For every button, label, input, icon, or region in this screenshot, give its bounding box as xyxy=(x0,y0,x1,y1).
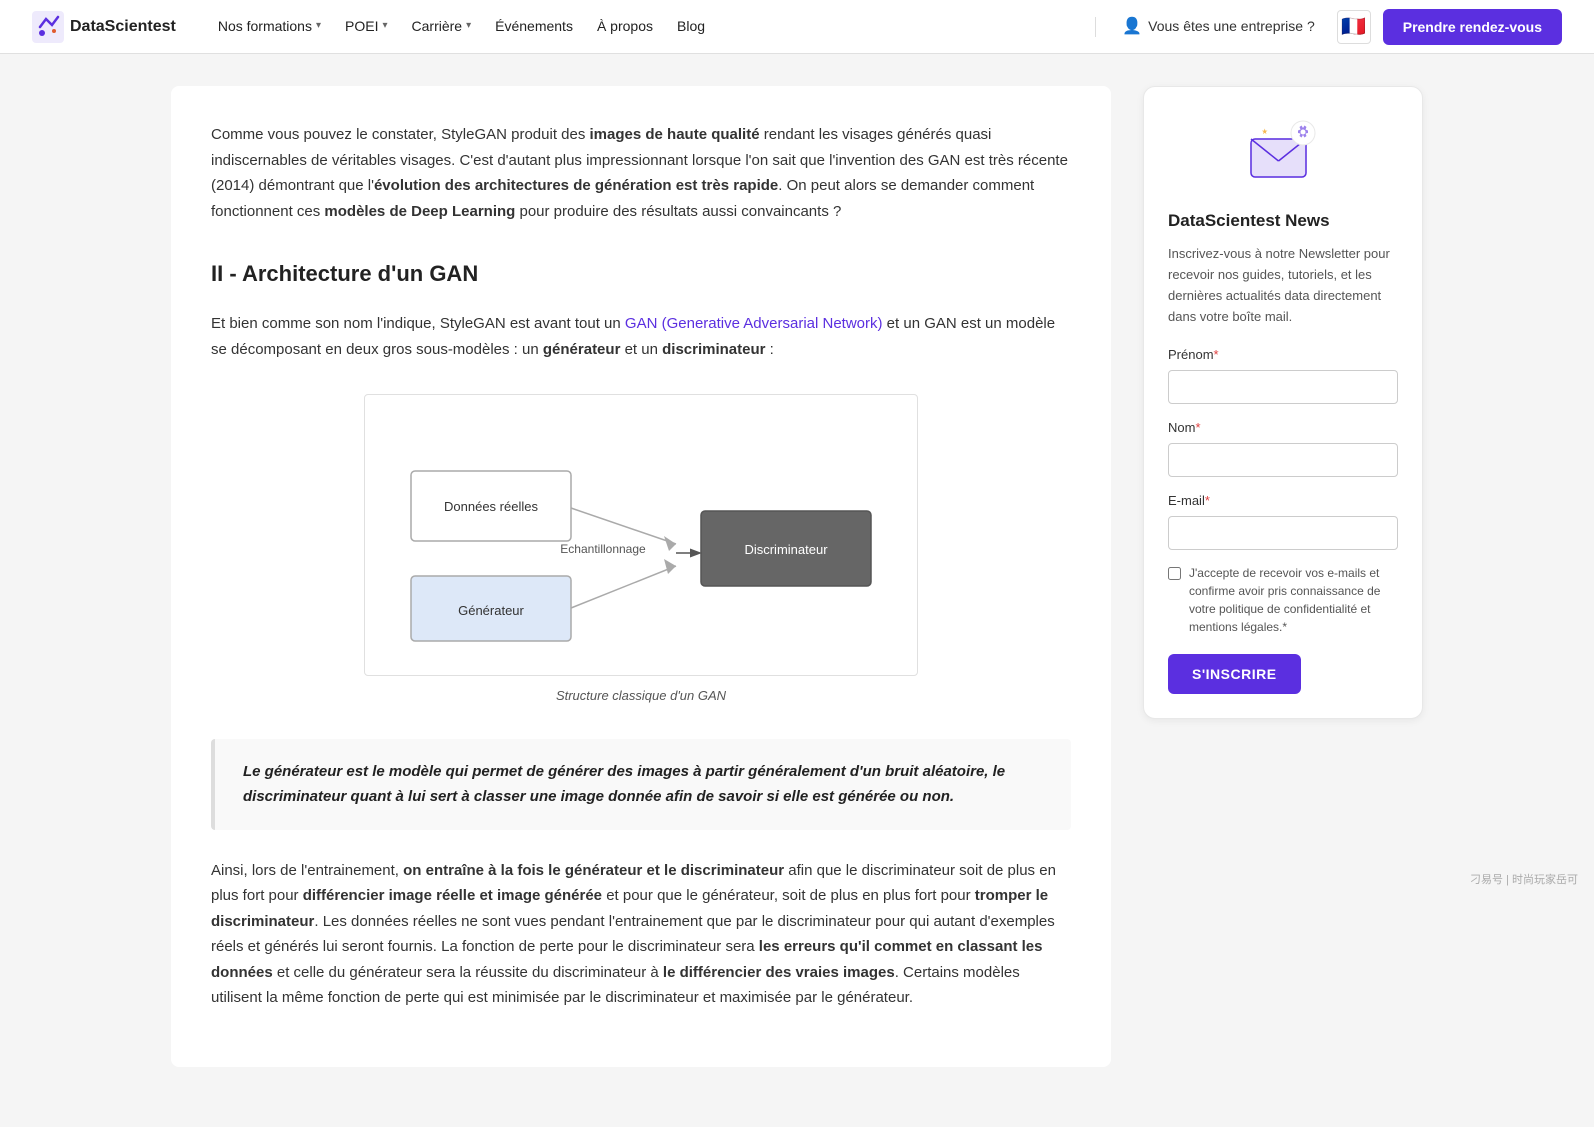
nav-blog-label: Blog xyxy=(677,15,705,37)
nom-label: Nom* xyxy=(1168,418,1398,439)
body2-text-1: Ainsi, lors de l'entrainement, xyxy=(211,862,403,879)
svg-text:Discriminateur: Discriminateur xyxy=(744,542,828,557)
prenom-label: Prénom* xyxy=(1168,345,1398,366)
email-required: * xyxy=(1205,493,1210,508)
sidebar: DataScientest News Inscrivez-vous à notr… xyxy=(1143,86,1423,1067)
section-heading: II - Architecture d'un GAN xyxy=(211,256,1071,291)
consent-checkbox[interactable] xyxy=(1168,567,1181,580)
nom-input[interactable] xyxy=(1168,443,1398,477)
nav-poei-label: POEI xyxy=(345,15,378,37)
nav-item-apropos[interactable]: À propos xyxy=(587,9,663,43)
logo-icon xyxy=(32,11,64,43)
logo[interactable]: DataScientest xyxy=(32,11,176,43)
nom-group: Nom* xyxy=(1168,418,1398,477)
nom-required: * xyxy=(1195,420,1200,435)
blockquote: Le générateur est le modèle qui permet d… xyxy=(211,739,1071,830)
gan-diagram-container: Données réelles Générateur Discriminateu… xyxy=(211,394,1071,707)
enterprise-label: Vous êtes une entreprise ? xyxy=(1148,15,1315,37)
svg-text:Générateur: Générateur xyxy=(458,603,524,618)
diagram-caption: Structure classique d'un GAN xyxy=(556,686,726,707)
intro-text-4: pour produire des résultats aussi convai… xyxy=(515,203,841,220)
flag-button[interactable]: 🇫🇷 xyxy=(1337,10,1371,44)
prenom-group: Prénom* xyxy=(1168,345,1398,404)
email-label: E-mail* xyxy=(1168,491,1398,512)
logo-text: DataScientest xyxy=(70,14,176,40)
nav-formations-label: Nos formations xyxy=(218,15,312,37)
navbar: DataScientest Nos formations ▾ POEI ▾ Ca… xyxy=(0,0,1594,54)
chevron-down-icon: ▾ xyxy=(382,18,387,34)
body1-text-3: et un xyxy=(620,341,662,358)
nav-apropos-label: À propos xyxy=(597,15,653,37)
gan-diagram-svg: Données réelles Générateur Discriminateu… xyxy=(381,411,901,651)
diagram-svg-wrapper: Données réelles Générateur Discriminateu… xyxy=(364,394,918,676)
email-input[interactable] xyxy=(1168,516,1398,550)
body2-bold-2: différencier image réelle et image génér… xyxy=(303,887,602,904)
intro-bold-images: images de haute qualité xyxy=(590,126,760,143)
cta-button[interactable]: Prendre rendez-vous xyxy=(1383,9,1562,45)
newsletter-card: DataScientest News Inscrivez-vous à notr… xyxy=(1143,86,1423,719)
checkbox-label[interactable]: J'accepte de recevoir vos e-mails et con… xyxy=(1189,564,1398,636)
enterprise-button[interactable]: 👤 Vous êtes une entreprise ? xyxy=(1112,8,1324,46)
chevron-down-icon: ▾ xyxy=(316,18,321,34)
svg-text:Echantillonnage: Echantillonnage xyxy=(560,542,646,556)
newsletter-icon xyxy=(1243,111,1323,191)
intro-bold-evolution: évolution des architectures de génératio… xyxy=(374,177,778,194)
newsletter-card-header xyxy=(1168,111,1398,191)
body2-text-3: et pour que le générateur, soit de plus … xyxy=(602,887,975,904)
body2-bold-1: on entraîne à la fois le générateur et l… xyxy=(403,862,784,879)
nav-evenements-label: Événements xyxy=(495,15,573,37)
nav-right: 👤 Vous êtes une entreprise ? 🇫🇷 Prendre … xyxy=(1112,8,1562,46)
intro-bold-models: modèles de Deep Learning xyxy=(324,203,515,220)
gan-link[interactable]: GAN (Generative Adversarial Network) xyxy=(625,315,883,332)
submit-button[interactable]: S'INSCRIRE xyxy=(1168,654,1301,694)
nav-item-evenements[interactable]: Événements xyxy=(485,9,583,43)
prenom-input[interactable] xyxy=(1168,370,1398,404)
main-content: Comme vous pouvez le constater, StyleGAN… xyxy=(171,86,1111,1067)
body-paragraph-2: Ainsi, lors de l'entrainement, on entraî… xyxy=(211,858,1071,1011)
checkbox-group: J'accepte de recevoir vos e-mails et con… xyxy=(1168,564,1398,636)
email-group: E-mail* xyxy=(1168,491,1398,550)
enterprise-icon: 👤 xyxy=(1122,14,1142,40)
body2-bold-5: le différencier des vraies images xyxy=(663,964,895,981)
chevron-down-icon: ▾ xyxy=(466,18,471,34)
nav-item-formations[interactable]: Nos formations ▾ xyxy=(208,9,331,43)
nav-item-blog[interactable]: Blog xyxy=(667,9,715,43)
watermark: 刁易号 | 时尚玩家岳可 xyxy=(1470,872,1578,890)
body1-text-4: : xyxy=(765,341,773,358)
body-paragraph-1: Et bien comme son nom l'indique, StyleGA… xyxy=(211,311,1071,362)
page-wrapper: Comme vous pouvez le constater, StyleGAN… xyxy=(147,54,1447,1127)
checkbox-required: * xyxy=(1282,620,1287,634)
body1-bold-generateur: générateur xyxy=(543,341,621,358)
svg-text:Données réelles: Données réelles xyxy=(444,499,538,514)
prenom-required: * xyxy=(1214,347,1219,362)
blockquote-text: Le générateur est le modèle qui permet d… xyxy=(243,763,1005,806)
newsletter-form: Prénom* Nom* E-mail* xyxy=(1168,345,1398,693)
nav-carriere-label: Carrière xyxy=(412,15,463,37)
newsletter-card-title: DataScientest News xyxy=(1168,207,1398,234)
newsletter-card-desc: Inscrivez-vous à notre Newsletter pour r… xyxy=(1168,244,1398,327)
nav-divider xyxy=(1095,17,1096,37)
intro-paragraph: Comme vous pouvez le constater, StyleGAN… xyxy=(211,122,1071,224)
body2-text-5: et celle du générateur sera la réussite … xyxy=(273,964,663,981)
nav-item-carriere[interactable]: Carrière ▾ xyxy=(402,9,482,43)
nav-links: Nos formations ▾ POEI ▾ Carrière ▾ Événe… xyxy=(208,9,1079,43)
nav-item-poei[interactable]: POEI ▾ xyxy=(335,9,398,43)
body1-text-1: Et bien comme son nom l'indique, StyleGA… xyxy=(211,315,625,332)
intro-text-1: Comme vous pouvez le constater, StyleGAN… xyxy=(211,126,590,143)
body1-bold-discriminateur: discriminateur xyxy=(662,341,765,358)
